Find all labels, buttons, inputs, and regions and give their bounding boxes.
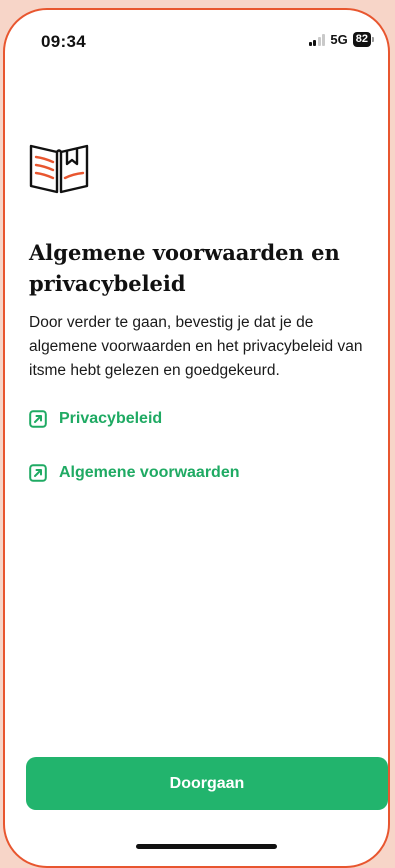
external-link-icon — [29, 464, 47, 482]
page-title: Algemene voorwaarden en privacybeleid — [29, 240, 340, 296]
signal-bars-icon — [308, 33, 326, 46]
terms-label[interactable]: Algemene voorwaarden — [59, 464, 240, 482]
status-bar: 09:34 5G 82 — [5, 10, 388, 60]
home-indicator[interactable] — [136, 844, 277, 849]
status-indicators: 5G 82 — [308, 32, 374, 47]
battery-icon: 82 — [352, 32, 374, 47]
phone-screen: 09:34 5G 82 Algemene voorwaarden en priv… — [3, 8, 390, 868]
battery-level: 82 — [352, 32, 371, 47]
status-time: 09:34 — [41, 32, 86, 51]
open-book-icon — [29, 144, 89, 194]
external-link-icon — [29, 410, 47, 428]
terms-link[interactable]: Algemene voorwaarden — [29, 464, 240, 482]
privacy-policy-label[interactable]: Privacybeleid — [59, 410, 162, 428]
network-type: 5G — [330, 32, 348, 47]
continue-button[interactable]: Doorgaan — [26, 757, 388, 810]
privacy-policy-link[interactable]: Privacybeleid — [29, 410, 162, 428]
consent-description: Door verder te gaan, bevestig je dat je … — [29, 314, 363, 379]
